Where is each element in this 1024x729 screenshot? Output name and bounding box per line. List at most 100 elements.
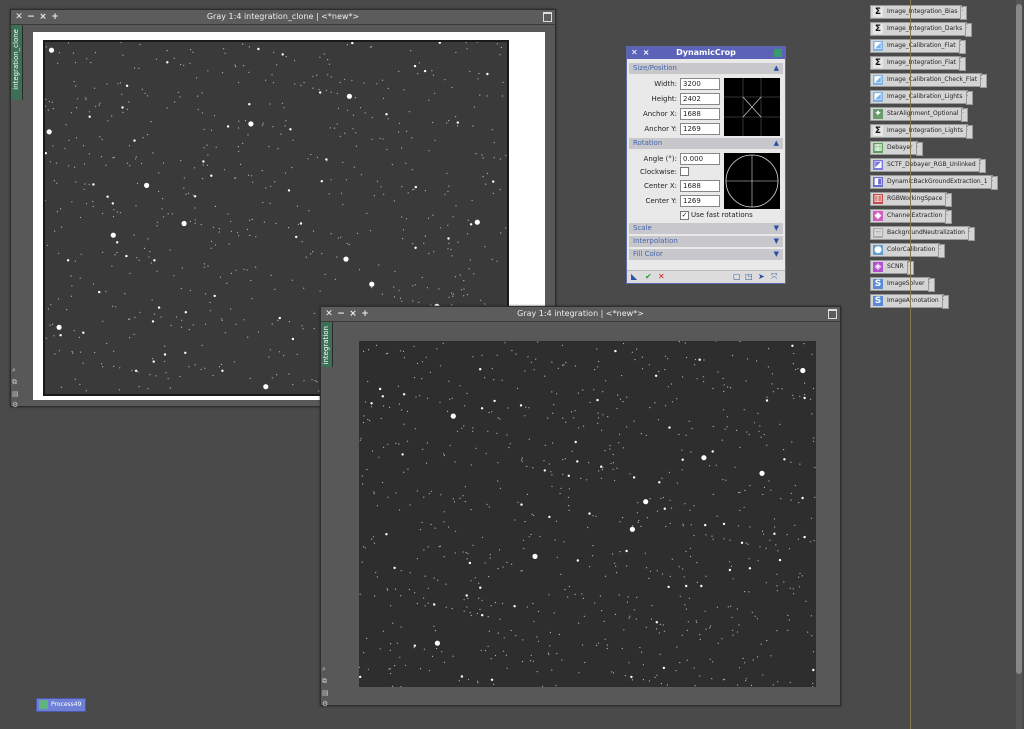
close-icon[interactable]: ✕ [631, 47, 638, 59]
icon-handle[interactable]: ⁚ [965, 125, 973, 139]
calibration-icon: ◩ [873, 92, 883, 102]
zoom-icon[interactable]: ⌕ [322, 665, 329, 674]
workspace-scrollbar[interactable] [1016, 0, 1022, 729]
icon-handle[interactable]: ⁚ [965, 23, 973, 37]
section-scale[interactable]: Scale ▼ [629, 223, 783, 234]
icon-handle[interactable]: ⁚ [941, 295, 949, 309]
view-tab-label: integration [322, 326, 330, 365]
process-icon-item[interactable]: S ImageSolver ⁚ [870, 277, 935, 292]
layout-icon[interactable]: ▤ [12, 390, 19, 398]
section-interpolation[interactable]: Interpolation ▼ [629, 236, 783, 247]
browse-documentation-icon[interactable]: ▢ [733, 271, 741, 283]
icon-handle[interactable]: ⁚ [965, 91, 973, 105]
view-tab-integration-clone[interactable]: integration_clone [11, 25, 23, 100]
process-icon-label: Image_Integration_Lights [887, 127, 963, 134]
background-icon: ▤ [873, 228, 883, 238]
icon-handle[interactable]: ⁚ [915, 142, 923, 156]
dialog-footer: ◣ ✔ ✕ ▢ ◳ ➤ ⤧ [627, 270, 785, 283]
zoom-icon[interactable]: ⌕ [12, 366, 19, 375]
icon-handle[interactable]: ⁚ [967, 227, 975, 241]
maximize-icon[interactable] [828, 309, 837, 319]
execute-icon[interactable]: ✔ [645, 271, 652, 283]
section-label: Interpolation [633, 237, 678, 245]
desktop-process-icon[interactable]: Process49 [36, 698, 87, 712]
process-icon-item[interactable]: Σ Image_Integration_Flat ⁚ [870, 56, 966, 71]
icon-handle[interactable]: ⁚ [938, 244, 946, 258]
process-icon-item[interactable]: ◩ Image_Calibration_Lights ⁚ [870, 90, 973, 105]
crop-preview[interactable] [724, 78, 780, 136]
scrollbar-thumb[interactable] [1016, 4, 1022, 674]
process-icon-item[interactable]: ◆ ChannelExtraction ⁚ [870, 209, 953, 224]
channel-icon: ◆ [873, 211, 883, 221]
process-icon-item[interactable]: ▥ RGBWorkingSpace ⁚ [870, 192, 953, 207]
shade-icon[interactable]: ⨯ [643, 47, 650, 59]
process-icon-item[interactable]: ◩ Image_Calibration_Flat ⁚ [870, 39, 966, 54]
icon-handle[interactable]: ⁚ [959, 57, 966, 71]
process-icon-label: Image_Calibration_Check_Flat [887, 76, 978, 83]
expand-icon: ▼ [773, 224, 779, 232]
fast-rotations-label: Use fast rotations [691, 211, 753, 219]
section-fill-color[interactable]: Fill Color ▼ [629, 249, 783, 260]
fit-icon[interactable]: ⧉ [12, 378, 19, 387]
process-icon-item[interactable]: Σ Image_Integration_Lights ⁚ [870, 124, 973, 139]
sigma-icon: Σ [873, 58, 883, 68]
window-titlebar[interactable]: ✕ − ⨯ + Gray 1:4 integration_clone | <*n… [11, 10, 555, 25]
process-icon-item[interactable]: Σ Image_Integration_Bias ⁚ [870, 5, 968, 20]
rotation-dial[interactable] [724, 153, 780, 209]
process-icon-item[interactable]: S ImageAnnotation ⁚ [870, 294, 949, 309]
fast-rotations-checkbox[interactable]: ✓ [680, 211, 689, 220]
pointer-icon[interactable]: ➤ [758, 271, 765, 283]
section-size-position[interactable]: Size/Position ▲ [629, 63, 783, 74]
process-icon-label: Image_Calibration_Lights [887, 93, 963, 100]
process-icon-item[interactable]: ◪ SCTF_Debayer_RGB_Unlinked ⁚ [870, 158, 986, 173]
section-rotation[interactable]: Rotation ▲ [629, 138, 783, 149]
image-window-integration[interactable]: ✕ − ⨯ + Gray 1:4 integration | <*new*> i… [320, 306, 841, 708]
process-icon-item[interactable]: ▤ BackgroundNeutralization ⁚ [870, 226, 975, 241]
view-tools: ⌕ ⧉ ▤ ⚙ [322, 665, 329, 708]
anchor-y-input[interactable]: 1269 [680, 123, 720, 135]
height-input[interactable]: 2402 [680, 93, 720, 105]
icon-handle[interactable]: ⁚ [945, 193, 953, 207]
process-icon-item[interactable]: ● ColorCalibration ⁚ [870, 243, 946, 258]
process-icon-item[interactable]: ◩ Image_Calibration_Check_Flat ⁚ [870, 73, 988, 88]
process-icon-item[interactable]: ◈ SCNR ⁚ [870, 260, 914, 275]
cancel-icon[interactable]: ✕ [658, 271, 665, 283]
dynamic-crop-dialog[interactable]: ✕ ⨯ DynamicCrop Size/Position ▲ Width: 32… [626, 46, 786, 284]
maximize-icon[interactable] [543, 12, 552, 22]
expand-icon: ▼ [773, 237, 779, 245]
image-canvas[interactable] [359, 341, 816, 687]
icon-handle[interactable]: ⁚ [961, 108, 969, 122]
process-icon-item[interactable]: ◧ DynamicBackGroundExtraction_1 ⁚ [870, 175, 998, 190]
reset-icon[interactable]: ◳ [745, 271, 753, 283]
anchor-x-input[interactable]: 1688 [680, 108, 720, 120]
settings-icon[interactable]: ⚙ [12, 401, 19, 409]
collapse-icon: ▲ [773, 64, 779, 72]
calibration-icon: ◩ [873, 75, 883, 85]
rotation-body: Angle (°): 0.000 Clockwise: Center X: 16… [627, 151, 785, 221]
icon-handle[interactable]: ⁚ [945, 210, 953, 224]
width-input[interactable]: 3200 [680, 78, 720, 90]
icon-handle[interactable]: ⁚ [960, 6, 968, 20]
settings-icon[interactable]: ⚙ [322, 700, 329, 708]
angle-input[interactable]: 0.000 [680, 153, 720, 165]
icon-handle[interactable]: ⁚ [978, 159, 986, 173]
layout-icon[interactable]: ▤ [322, 689, 329, 697]
process-icon-label: Image_Integration_Flat [887, 59, 956, 66]
center-x-input[interactable]: 1688 [680, 180, 720, 192]
color-icon: ● [873, 245, 883, 255]
fullscreen-icon[interactable]: ⤧ [771, 271, 777, 283]
anchor-x-label: Anchor X: [642, 110, 677, 118]
process-icon-item[interactable]: ✦ StarAlignment_Optional ⁚ [870, 107, 969, 122]
window-titlebar[interactable]: ✕ − ⨯ + Gray 1:4 integration | <*new*> [321, 307, 840, 322]
dialog-titlebar[interactable]: ✕ ⨯ DynamicCrop [627, 47, 785, 59]
fit-icon[interactable]: ⧉ [322, 677, 329, 686]
process-icon-item[interactable]: Σ Image_Integration_Darks ⁚ [870, 22, 973, 37]
center-y-input[interactable]: 1269 [680, 195, 720, 207]
icon-handle[interactable]: ⁚ [980, 74, 988, 88]
icon-handle[interactable]: ⁚ [990, 176, 998, 190]
new-instance-icon[interactable]: ◣ [631, 271, 637, 283]
icon-handle[interactable]: ⁚ [927, 278, 935, 292]
clockwise-checkbox[interactable] [680, 167, 689, 176]
view-tab-integration[interactable]: integration [321, 322, 333, 367]
icon-handle[interactable]: ⁚ [958, 40, 966, 54]
